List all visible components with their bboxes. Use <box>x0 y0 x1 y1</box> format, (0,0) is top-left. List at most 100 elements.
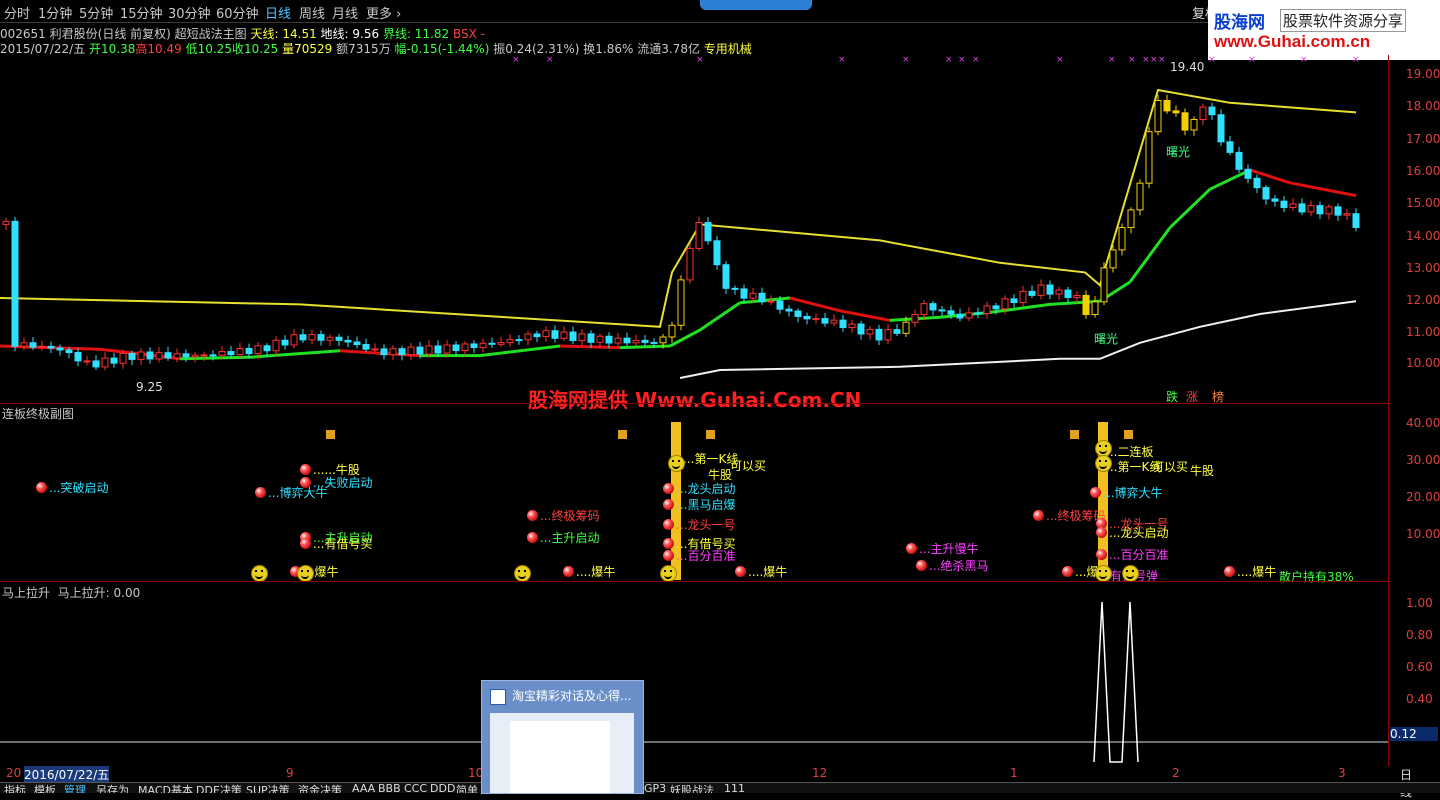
candle-body <box>281 339 289 346</box>
tab-yaogu[interactable]: 妖股战法 <box>670 783 714 793</box>
candle-body <box>1199 106 1207 121</box>
smiley-icon <box>297 565 314 582</box>
quote-volume: 量70529 <box>282 42 333 56</box>
brand-name: 股海网 <box>1214 13 1265 32</box>
tab-5min[interactable]: 5分钟 <box>79 3 113 22</box>
quote-low: 低10.25 <box>185 42 232 56</box>
current-value-badge: 0.12 <box>1390 727 1438 741</box>
signal-item: ...黑马启爆 <box>663 496 735 513</box>
tab-daily[interactable]: 日线 <box>265 3 291 22</box>
date-tick: 3 <box>1338 766 1346 780</box>
tab-111[interactable]: 111 <box>724 783 745 793</box>
candle-body <box>578 333 586 342</box>
candle-body <box>686 247 694 281</box>
candle-body <box>1217 114 1225 143</box>
signal-item: ...主升慢牛 <box>906 540 978 557</box>
taskbar-preview[interactable]: 淘宝精彩对话及心得... <box>481 680 644 794</box>
candle-body <box>1118 227 1126 251</box>
candle-body <box>254 345 262 355</box>
signal-item: ...突破启动 <box>36 479 108 496</box>
date-prefix: 20 <box>6 766 22 780</box>
tab-fund[interactable]: 资金决策 <box>298 783 342 793</box>
tab-gp3[interactable]: GP3 <box>644 783 666 793</box>
candle-body <box>1091 301 1099 316</box>
sub1-icon <box>618 430 627 439</box>
tab-60min[interactable]: 60分钟 <box>216 3 259 22</box>
sub1-icon <box>1070 430 1079 439</box>
candle-body <box>272 339 280 352</box>
upload-widget[interactable] <box>700 0 812 10</box>
sub1-tick: 10.00 <box>1406 527 1440 541</box>
tab-indicator[interactable]: 指标 <box>4 783 26 793</box>
trend-ma-line <box>0 168 1357 361</box>
candle-body <box>1190 119 1198 131</box>
date-axis: 20 2016/07/22/五 9 10 12 1 2 3 日线 <box>0 766 1412 799</box>
tab-ccc[interactable]: CCC <box>404 783 427 793</box>
signal-item: ....爆牛 <box>735 563 787 580</box>
tab-ddd[interactable]: DDD <box>430 783 455 793</box>
candle-body <box>56 347 64 351</box>
x-marker: × <box>972 55 980 65</box>
candle-body <box>569 331 577 342</box>
candle-body <box>299 334 307 341</box>
main-kline-chart[interactable]: × × × × × × × × × × × × × × × × × × <box>0 55 1388 403</box>
candle-body <box>929 303 937 311</box>
tab-bbb[interactable]: BBB <box>378 783 401 793</box>
sub2-tick: 0.60 <box>1406 660 1433 674</box>
tab-manage[interactable]: 管理 <box>64 783 86 793</box>
dawn-label: 曙光 <box>1094 332 1119 346</box>
candle-body <box>848 323 856 329</box>
candle-body <box>209 354 217 357</box>
x-marker: × <box>838 55 846 65</box>
smiley-icon <box>251 565 268 582</box>
candle-body <box>2 220 10 225</box>
sub2-chart[interactable] <box>0 582 1388 766</box>
tab-aaa[interactable]: AAA <box>352 783 375 793</box>
tab-template[interactable]: 模板 <box>34 783 56 793</box>
tab-more[interactable]: 更多 › <box>366 3 401 22</box>
x-marker: × <box>1300 55 1308 65</box>
candle-body <box>776 300 784 310</box>
candle-body <box>65 349 73 354</box>
tab-dde[interactable]: DDE决策 <box>196 783 242 793</box>
preview-document <box>490 713 634 793</box>
candle-body <box>38 345 46 348</box>
tab-macd[interactable]: MACD基本 <box>138 783 193 793</box>
tab-monthly[interactable]: 月线 <box>332 3 358 22</box>
candle-body <box>722 264 730 289</box>
tab-saveas[interactable]: 另存为 <box>96 783 129 793</box>
candle-body <box>956 313 964 319</box>
tab-intraday[interactable]: 分时 <box>4 3 30 22</box>
signal-item: ...龙头启动 <box>1096 524 1168 541</box>
candle-body <box>902 321 910 334</box>
tab-simple[interactable]: 简单 <box>456 783 478 793</box>
sub1-icon <box>1124 430 1133 439</box>
tab-weekly[interactable]: 周线 <box>299 3 325 22</box>
tian-line: 天线: 14.51 <box>250 27 317 41</box>
tab-sup[interactable]: SUP决策 <box>246 783 290 793</box>
candle-body <box>407 346 415 356</box>
candle-body <box>101 357 109 368</box>
candle-body <box>695 222 703 249</box>
tab-1min[interactable]: 1分钟 <box>38 3 72 22</box>
candle-body <box>308 334 316 341</box>
candle-body <box>434 345 442 354</box>
candle-body <box>1262 187 1270 200</box>
candle-body <box>11 220 19 347</box>
ma-segment <box>839 309 891 322</box>
candle-body <box>704 222 712 242</box>
candle-body <box>506 339 514 344</box>
candle-body <box>344 339 352 343</box>
candle-body <box>758 292 766 303</box>
candle-body <box>1127 209 1135 229</box>
candle-body <box>803 315 811 320</box>
tab-30min[interactable]: 30分钟 <box>168 3 211 22</box>
sub1-tick: 40.00 <box>1406 416 1440 430</box>
candle-body <box>245 347 253 355</box>
candle-body <box>542 330 550 338</box>
tab-15min[interactable]: 15分钟 <box>120 3 163 22</box>
candle-body <box>947 310 955 315</box>
candle-body <box>29 342 37 348</box>
pulse-line <box>1093 601 1139 763</box>
x-marker: × <box>1128 55 1136 65</box>
